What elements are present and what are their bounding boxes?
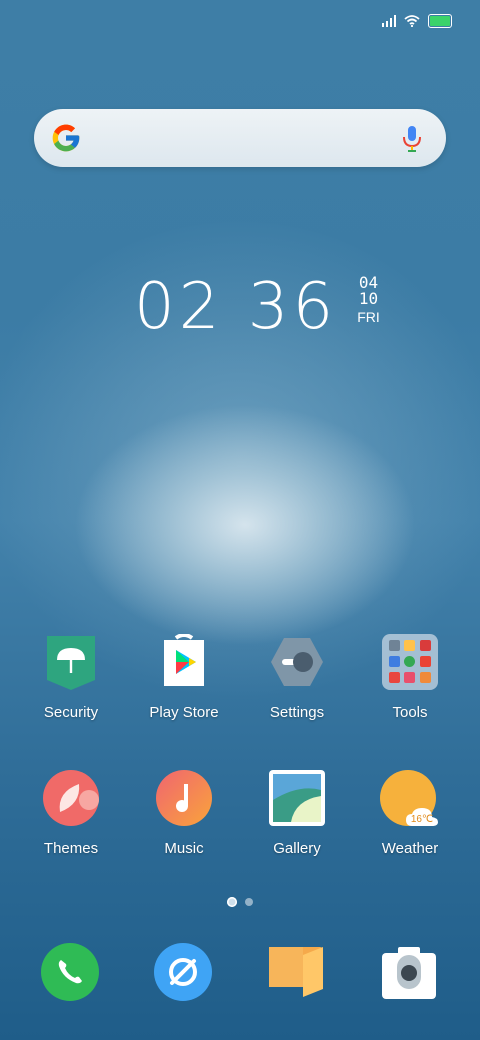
dock-notes[interactable] xyxy=(241,943,351,1001)
app-label: Weather xyxy=(381,840,439,857)
status-bar xyxy=(382,10,452,32)
dock-camera[interactable] xyxy=(354,943,464,1001)
folder-icon xyxy=(382,634,438,690)
cellular-signal-icon xyxy=(382,15,396,27)
app-themes[interactable]: Themes xyxy=(16,770,126,857)
app-label: Music xyxy=(164,840,204,857)
app-label: Play Store xyxy=(149,704,219,721)
wifi-icon xyxy=(404,15,420,27)
google-g-icon xyxy=(52,124,80,152)
page-dot-current[interactable] xyxy=(227,897,237,907)
page-indicator[interactable] xyxy=(227,897,253,907)
umbrella-shield-icon xyxy=(43,634,99,690)
phone-icon xyxy=(41,943,99,1001)
page-dot[interactable] xyxy=(245,898,253,906)
clock-widget[interactable]: 02 36 04 10 FRI xyxy=(134,270,380,344)
app-label: Themes xyxy=(43,840,99,857)
app-label: Settings xyxy=(269,704,325,721)
compass-icon xyxy=(154,943,212,1001)
themes-icon xyxy=(43,770,99,826)
dock-browser[interactable] xyxy=(128,943,238,1001)
notes-icon xyxy=(267,943,325,1001)
app-label: Security xyxy=(43,704,99,721)
app-gallery[interactable]: Gallery xyxy=(242,770,352,857)
clock-weekday: FRI xyxy=(357,309,380,325)
dock-phone[interactable] xyxy=(15,943,125,1001)
clock-time: 02 36 xyxy=(134,270,338,344)
camera-icon xyxy=(380,943,438,1001)
clock-date: 04 10 FRI xyxy=(357,275,380,326)
app-tools-folder[interactable]: Tools xyxy=(355,634,465,721)
app-play-store[interactable]: Play Store xyxy=(129,633,239,721)
gallery-icon xyxy=(269,770,325,826)
battery-icon xyxy=(428,14,452,28)
app-music[interactable]: Music xyxy=(129,770,239,857)
app-settings[interactable]: Settings xyxy=(242,634,352,721)
app-weather[interactable]: 16℃ Weather xyxy=(355,770,465,857)
play-store-icon xyxy=(156,633,212,690)
music-note-icon xyxy=(156,770,212,826)
google-search-bar[interactable] xyxy=(34,109,446,167)
weather-temp: 16℃ xyxy=(411,814,433,825)
settings-hexagon-icon xyxy=(269,634,325,690)
clock-day: 10 xyxy=(358,289,379,308)
app-label: Gallery xyxy=(273,840,321,857)
app-security[interactable]: Security xyxy=(16,634,126,721)
mic-icon[interactable] xyxy=(400,124,424,154)
weather-sun-icon: 16℃ xyxy=(380,770,438,826)
app-label: Tools xyxy=(392,704,428,721)
